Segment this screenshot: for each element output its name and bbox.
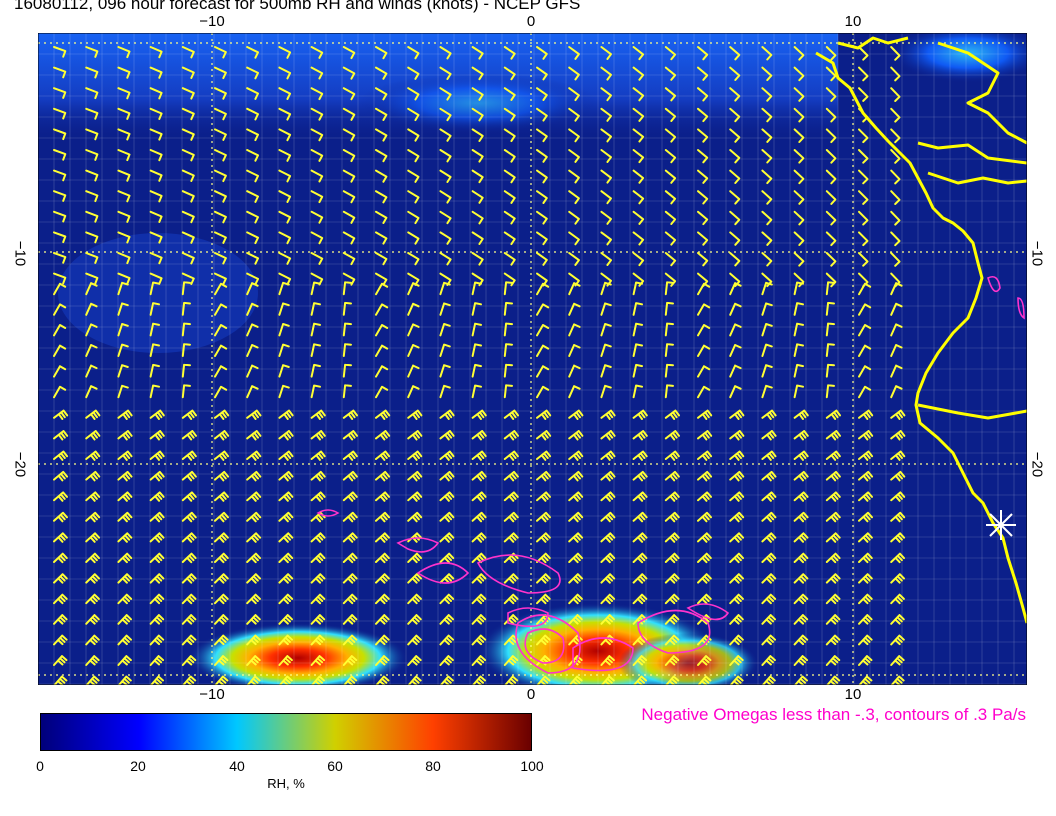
lat-tick-left-minus10: −10	[12, 234, 29, 274]
colorbar-tick-60: 60	[327, 758, 343, 774]
chart-title: 16080112, 096 hour forecast for 500mb RH…	[14, 0, 580, 14]
lon-tick-bottom-10: 10	[845, 686, 862, 703]
colorbar-tick-100: 100	[520, 758, 543, 774]
lon-tick-bottom-minus10: −10	[199, 686, 224, 703]
omega-note: Negative Omegas less than -.3, contours …	[641, 705, 1026, 725]
lon-tick-top-minus10: −10	[199, 13, 224, 30]
lat-tick-right-minus20: −20	[1029, 445, 1046, 485]
rh-upper-patch	[358, 73, 598, 133]
lon-tick-bottom-0: 0	[527, 686, 535, 703]
lat-tick-left-minus20: −20	[12, 445, 29, 485]
rh-mid-patch	[58, 233, 258, 353]
lon-tick-top-10: 10	[845, 13, 862, 30]
colorbar-tick-20: 20	[130, 758, 146, 774]
colorbar	[40, 713, 532, 751]
lon-tick-top-0: 0	[527, 13, 535, 30]
star-marker	[986, 510, 1016, 540]
colorbar-tick-80: 80	[425, 758, 441, 774]
colorbar-tick-0: 0	[36, 758, 44, 774]
forecast-map	[38, 33, 1027, 685]
colorbar-label: RH, %	[267, 776, 305, 791]
colorbar-tick-40: 40	[229, 758, 245, 774]
lat-tick-right-minus10: −10	[1029, 234, 1046, 274]
